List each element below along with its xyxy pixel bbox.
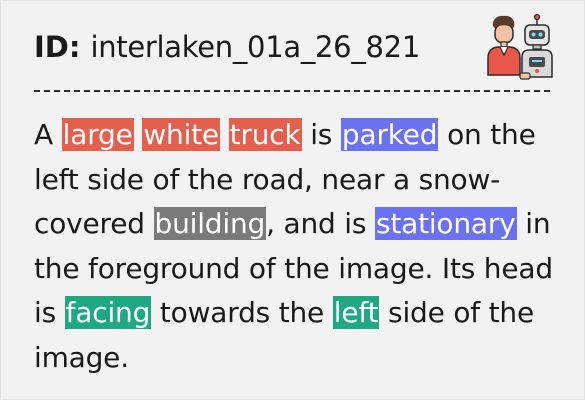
caption-segment: , and is (266, 207, 375, 240)
id-label: ID: (34, 30, 81, 64)
caption-segment: towards the (151, 296, 333, 329)
highlighted-word: left (332, 296, 380, 329)
highlighted-word: building (153, 207, 267, 240)
highlighted-word: truck (228, 118, 302, 151)
highlighted-word: facing (64, 296, 152, 329)
human-and-robot-icon (487, 13, 553, 83)
highlighted-word: white (142, 118, 220, 151)
highlighted-word: large (61, 118, 134, 151)
id-header: ID: interlaken_01a_26_821 (34, 25, 420, 69)
id-value: interlaken_01a_26_821 (90, 30, 420, 64)
caption-segment: A (34, 118, 62, 151)
highlighted-word: parked (340, 118, 439, 151)
highlighted-word: stationary (374, 207, 517, 240)
caption-card: ID: interlaken_01a_26_821 A large white … (0, 0, 585, 400)
caption-text: A large white truck is parked on the lef… (34, 113, 564, 380)
caption-segment: is (301, 118, 341, 151)
caption-segment (220, 118, 229, 151)
dashed-divider (34, 90, 550, 92)
